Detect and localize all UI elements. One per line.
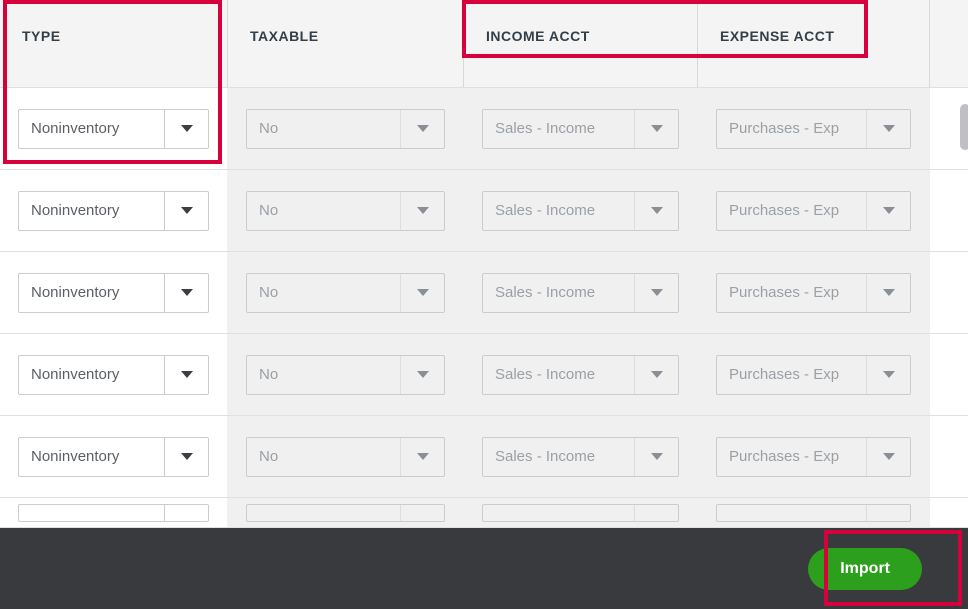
chevron-down-icon <box>164 438 208 476</box>
header-income: INCOME ACCT <box>464 0 698 87</box>
import-button[interactable]: Import <box>808 548 922 590</box>
chevron-down-icon <box>866 356 910 394</box>
chevron-down-icon <box>400 192 444 230</box>
table-row: Noninventory No Sales - Income Purchases <box>0 170 968 252</box>
expense-acct-select[interactable] <box>716 504 911 522</box>
select-value: Sales - Income <box>483 120 634 137</box>
select-value: No <box>247 120 400 137</box>
select-value: Noninventory <box>19 284 164 301</box>
chevron-down-icon <box>164 356 208 394</box>
type-select[interactable]: Noninventory <box>18 191 209 231</box>
chevron-down-icon <box>866 110 910 148</box>
taxable-select[interactable] <box>246 504 445 522</box>
income-acct-select[interactable]: Sales - Income <box>482 109 679 149</box>
select-value: Purchases - Exp <box>717 284 866 301</box>
expense-acct-select[interactable]: Purchases - Exp <box>716 109 911 149</box>
taxable-select[interactable]: No <box>246 191 445 231</box>
select-value: Noninventory <box>19 448 164 465</box>
table-row: Noninventory No Sales - Income Purchases <box>0 416 968 498</box>
chevron-down-icon <box>634 192 678 230</box>
footer-bar: Import <box>0 528 968 609</box>
income-acct-select[interactable] <box>482 504 679 522</box>
table-body: Noninventory No Sales - Income Purchases <box>0 88 968 528</box>
chevron-down-icon <box>866 274 910 312</box>
scrollbar-thumb[interactable] <box>960 104 968 150</box>
chevron-down-icon <box>400 438 444 476</box>
select-value: No <box>247 202 400 219</box>
header-taxable: TAXABLE <box>228 0 464 87</box>
select-value: Sales - Income <box>483 366 634 383</box>
expense-acct-select[interactable]: Purchases - Exp <box>716 273 911 313</box>
chevron-down-icon <box>634 356 678 394</box>
chevron-down-icon <box>400 274 444 312</box>
taxable-select[interactable]: No <box>246 273 445 313</box>
chevron-down-icon <box>164 192 208 230</box>
income-acct-select[interactable]: Sales - Income <box>482 191 679 231</box>
income-acct-select[interactable]: Sales - Income <box>482 355 679 395</box>
header-type: TYPE <box>0 0 228 87</box>
chevron-down-icon <box>164 505 208 521</box>
chevron-down-icon <box>866 192 910 230</box>
expense-acct-select[interactable]: Purchases - Exp <box>716 355 911 395</box>
header-expense: EXPENSE ACCT <box>698 0 930 87</box>
income-acct-select[interactable]: Sales - Income <box>482 273 679 313</box>
import-table: TYPE TAXABLE INCOME ACCT EXPENSE ACCT No… <box>0 0 968 528</box>
chevron-down-icon <box>634 110 678 148</box>
income-acct-select[interactable]: Sales - Income <box>482 437 679 477</box>
chevron-down-icon <box>634 274 678 312</box>
select-value: No <box>247 284 400 301</box>
table-row <box>0 498 968 528</box>
chevron-down-icon <box>866 438 910 476</box>
chevron-down-icon <box>400 356 444 394</box>
type-select[interactable]: Noninventory <box>18 437 209 477</box>
taxable-select[interactable]: No <box>246 437 445 477</box>
expense-acct-select[interactable]: Purchases - Exp <box>716 437 911 477</box>
select-value: Purchases - Exp <box>717 366 866 383</box>
type-select[interactable]: Noninventory <box>18 355 209 395</box>
expense-acct-select[interactable]: Purchases - Exp <box>716 191 911 231</box>
type-select[interactable]: Noninventory <box>18 273 209 313</box>
select-value: Purchases - Exp <box>717 448 866 465</box>
chevron-down-icon <box>164 110 208 148</box>
table-row: Noninventory No Sales - Income Purchases <box>0 88 968 170</box>
type-select[interactable]: Noninventory <box>18 109 209 149</box>
select-value: No <box>247 448 400 465</box>
select-value: Noninventory <box>19 120 164 137</box>
table-row: Noninventory No Sales - Income Purchases <box>0 252 968 334</box>
select-value: Sales - Income <box>483 284 634 301</box>
chevron-down-icon <box>866 505 910 521</box>
select-value: Sales - Income <box>483 448 634 465</box>
select-value: No <box>247 366 400 383</box>
chevron-down-icon <box>400 505 444 521</box>
select-value: Noninventory <box>19 202 164 219</box>
select-value: Purchases - Exp <box>717 202 866 219</box>
taxable-select[interactable]: No <box>246 355 445 395</box>
select-value: Noninventory <box>19 366 164 383</box>
chevron-down-icon <box>634 505 678 521</box>
select-value: Sales - Income <box>483 202 634 219</box>
chevron-down-icon <box>164 274 208 312</box>
table-row: Noninventory No Sales - Income Purchases <box>0 334 968 416</box>
taxable-select[interactable]: No <box>246 109 445 149</box>
select-value: Purchases - Exp <box>717 120 866 137</box>
type-select[interactable] <box>18 504 209 522</box>
chevron-down-icon <box>634 438 678 476</box>
chevron-down-icon <box>400 110 444 148</box>
table-header-row: TYPE TAXABLE INCOME ACCT EXPENSE ACCT <box>0 0 968 88</box>
